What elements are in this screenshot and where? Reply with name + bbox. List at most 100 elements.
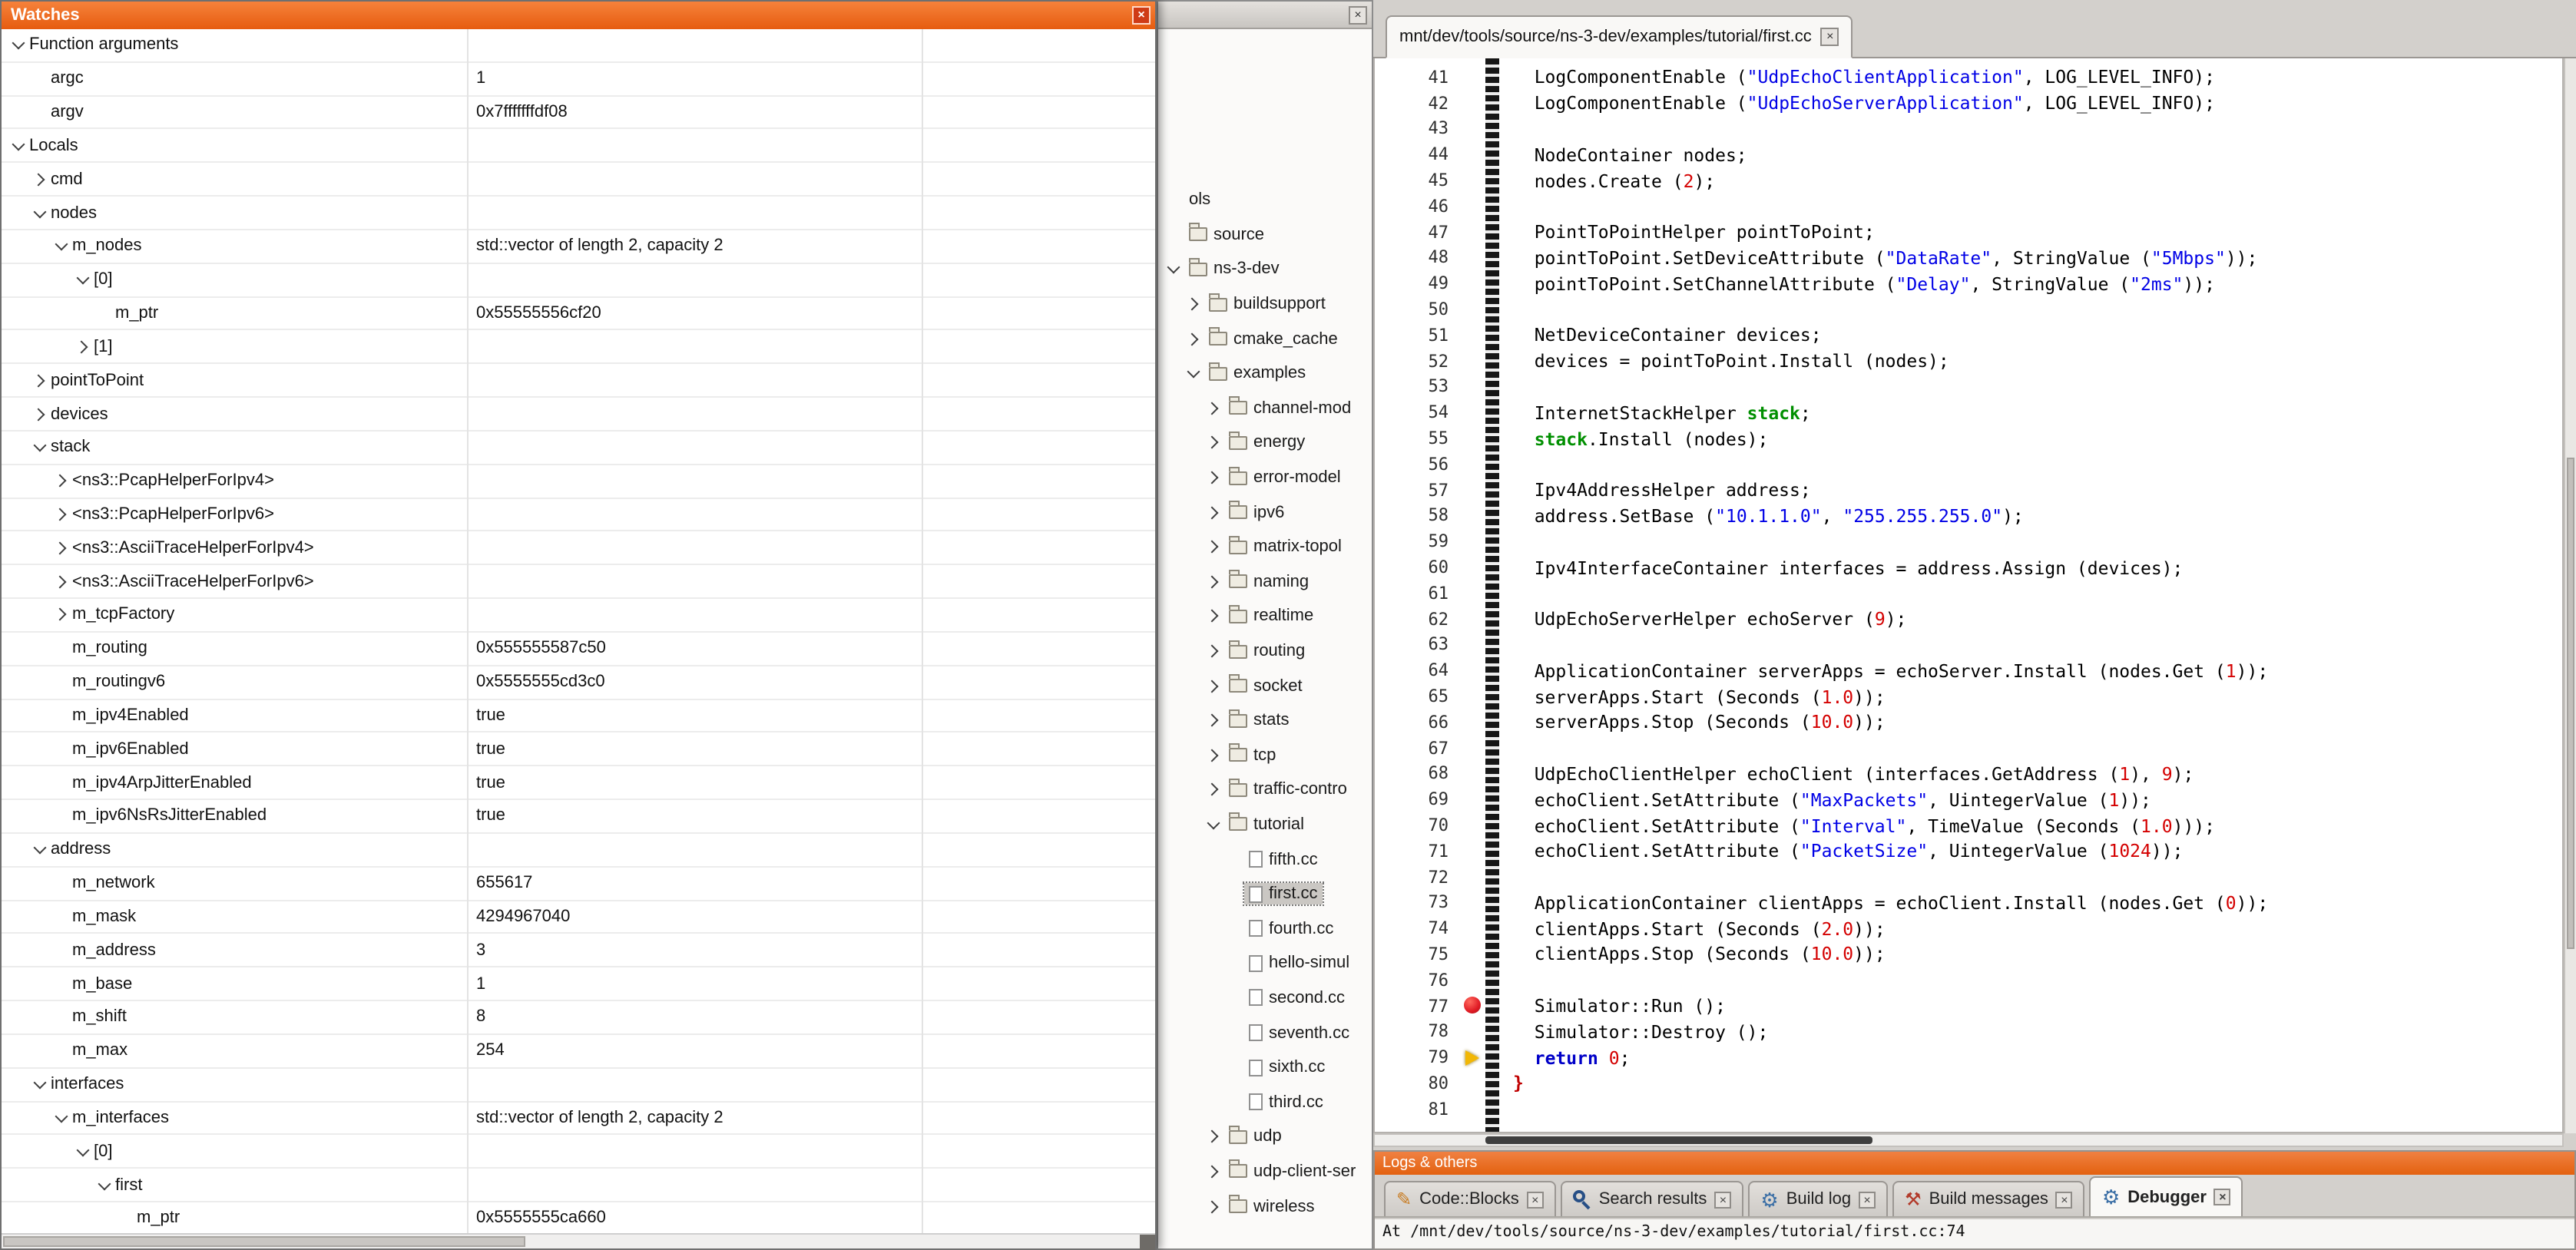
chevron-down-icon[interactable] <box>49 230 72 263</box>
tree-item[interactable]: error-model <box>1158 461 1372 495</box>
breakpoint-margin[interactable] <box>1461 632 1485 658</box>
code-line[interactable]: 62 UdpEchoServerHelper echoServer (9); <box>1375 606 2562 632</box>
breakpoint-margin[interactable] <box>1461 787 1485 813</box>
breakpoint-margin[interactable] <box>1461 993 1485 1019</box>
watch-value[interactable]: 8 <box>467 1001 1155 1033</box>
chevron-right-icon[interactable] <box>1201 1154 1224 1189</box>
chevron-right-icon[interactable] <box>1181 287 1204 322</box>
watch-value[interactable]: 0x55555556cf20 <box>467 297 1155 329</box>
code-line[interactable]: 46 <box>1375 193 2562 220</box>
tree-item[interactable]: socket <box>1158 669 1372 703</box>
watch-value[interactable] <box>467 197 1155 229</box>
watch-value[interactable] <box>467 566 1155 598</box>
breakpoint-margin[interactable] <box>1461 890 1485 916</box>
chevron-right-icon[interactable] <box>1201 530 1224 564</box>
close-icon[interactable]: × <box>2214 1189 2231 1205</box>
watch-value[interactable] <box>467 164 1155 196</box>
watches-titlebar[interactable]: Watches × <box>2 2 1155 29</box>
breakpoint-margin[interactable] <box>1461 167 1485 193</box>
chevron-down-icon[interactable] <box>1201 807 1224 842</box>
watch-value[interactable]: true <box>467 699 1155 732</box>
breakpoint-margin[interactable] <box>1461 91 1485 117</box>
code-line[interactable]: 74 clientApps.Start (Seconds (2.0)); <box>1375 916 2562 942</box>
chevron-down-icon[interactable] <box>71 1136 94 1168</box>
tree-item[interactable]: ipv6 <box>1158 495 1372 530</box>
code-line[interactable]: 70 echoClient.SetAttribute ("Interval", … <box>1375 812 2562 838</box>
chevron-down-icon[interactable] <box>28 197 51 229</box>
watch-row[interactable]: <ns3::PcapHelperForIpv4> <box>2 465 1155 499</box>
code-line[interactable]: 65 serverApps.Start (Seconds (1.0)); <box>1375 683 2562 709</box>
chevron-down-icon[interactable] <box>49 1102 72 1134</box>
watch-value[interactable] <box>467 465 1155 498</box>
tree-item[interactable]: routing <box>1158 633 1372 668</box>
code-line[interactable]: 61 <box>1375 580 2562 607</box>
code-line[interactable]: 53 <box>1375 374 2562 400</box>
watch-row[interactable]: m_routingv60x5555555cd3c0 <box>2 666 1155 699</box>
chevron-right-icon[interactable] <box>1181 322 1204 356</box>
code-line[interactable]: 54 InternetStackHelper stack; <box>1375 400 2562 426</box>
breakpoint-margin[interactable] <box>1461 864 1485 890</box>
chevron-right-icon[interactable] <box>1201 564 1224 599</box>
breakpoint-margin[interactable] <box>1461 451 1485 478</box>
chevron-right-icon[interactable] <box>1201 669 1224 703</box>
watch-row[interactable]: interfaces <box>2 1068 1155 1102</box>
watch-row[interactable]: m_ptr0x55555556cf20 <box>2 297 1155 331</box>
watch-row[interactable]: m_routing0x555555587c50 <box>2 633 1155 666</box>
breakpoint-margin[interactable] <box>1461 193 1485 220</box>
editor-tab[interactable]: mnt/dev/tools/source/ns-3-dev/examples/t… <box>1386 15 1853 58</box>
watch-row[interactable]: devices <box>2 398 1155 432</box>
breakpoint-margin[interactable] <box>1461 941 1485 967</box>
tree-item[interactable]: first.cc <box>1158 877 1372 911</box>
code-line[interactable]: 47 PointToPointHelper pointToPoint; <box>1375 220 2562 246</box>
code-line[interactable]: 78 Simulator::Destroy (); <box>1375 1019 2562 1045</box>
breakpoint-margin[interactable] <box>1461 478 1485 504</box>
tree-item[interactable]: buildsupport <box>1158 287 1372 322</box>
watch-value[interactable]: 0x7fffffffdf08 <box>467 96 1155 128</box>
code-line[interactable]: 55 stack.Install (nodes); <box>1375 425 2562 451</box>
tree-item[interactable]: traffic-contro <box>1158 772 1372 807</box>
breakpoint-margin[interactable] <box>1461 529 1485 555</box>
breakpoint-margin[interactable] <box>1461 580 1485 607</box>
chevron-right-icon[interactable] <box>1201 425 1224 460</box>
watch-row[interactable]: Function arguments <box>2 29 1155 63</box>
watch-row[interactable]: Locals <box>2 130 1155 164</box>
tree-item[interactable]: tcp <box>1158 738 1372 772</box>
watch-value[interactable]: 3 <box>467 934 1155 967</box>
tree-item[interactable]: udp-client-ser <box>1158 1154 1372 1189</box>
code-line[interactable]: 60 Ipv4InterfaceContainer interfaces = a… <box>1375 554 2562 580</box>
watch-row[interactable]: [1] <box>2 331 1155 365</box>
watch-value[interactable] <box>467 130 1155 162</box>
watch-value[interactable]: 1 <box>467 63 1155 95</box>
chevron-down-icon[interactable] <box>6 29 29 61</box>
watch-value[interactable]: true <box>467 733 1155 766</box>
projects-panel-titlebar[interactable]: × <box>1158 2 1372 29</box>
chevron-down-icon[interactable] <box>28 432 51 464</box>
watch-row[interactable]: m_ptr0x5555555ca660 <box>2 1202 1155 1233</box>
chevron-right-icon[interactable] <box>49 465 72 498</box>
logs-panel-titlebar[interactable]: Logs & others <box>1375 1152 2574 1175</box>
column-divider[interactable] <box>922 29 923 1233</box>
code-editor[interactable]: 41 LogComponentEnable ("UdpEchoClientApp… <box>1373 58 2564 1133</box>
watch-value[interactable]: true <box>467 800 1155 832</box>
watch-row[interactable]: argv0x7fffffffdf08 <box>2 96 1155 130</box>
tree-item[interactable]: ns-3-dev <box>1158 252 1372 286</box>
watches-hscrollbar[interactable] <box>2 1233 1155 1248</box>
code-line[interactable]: 73 ApplicationContainer clientApps = ech… <box>1375 890 2562 916</box>
watch-row[interactable]: [0] <box>2 1136 1155 1169</box>
code-line[interactable]: 69 echoClient.SetAttribute ("MaxPackets"… <box>1375 787 2562 813</box>
breakpoint-margin[interactable] <box>1461 916 1485 942</box>
tree-item[interactable]: energy <box>1158 425 1372 460</box>
watch-row[interactable]: m_ipv6Enabledtrue <box>2 733 1155 767</box>
tree-item[interactable]: channel-mod <box>1158 391 1372 425</box>
watch-row[interactable]: m_base1 <box>2 967 1155 1001</box>
resize-grip[interactable] <box>1140 1235 1155 1250</box>
watch-value[interactable] <box>467 1068 1155 1100</box>
chevron-right-icon[interactable] <box>28 164 51 196</box>
watch-row[interactable]: <ns3::AsciiTraceHelperForIpv6> <box>2 566 1155 600</box>
code-line[interactable]: 75 clientApps.Stop (Seconds (10.0)); <box>1375 941 2562 967</box>
chevron-right-icon[interactable] <box>1201 703 1224 738</box>
code-line[interactable]: 64 ApplicationContainer serverApps = ech… <box>1375 658 2562 684</box>
watch-value[interactable] <box>467 264 1155 296</box>
watch-value[interactable] <box>467 599 1155 631</box>
close-icon[interactable]: × <box>2056 1191 2073 1208</box>
